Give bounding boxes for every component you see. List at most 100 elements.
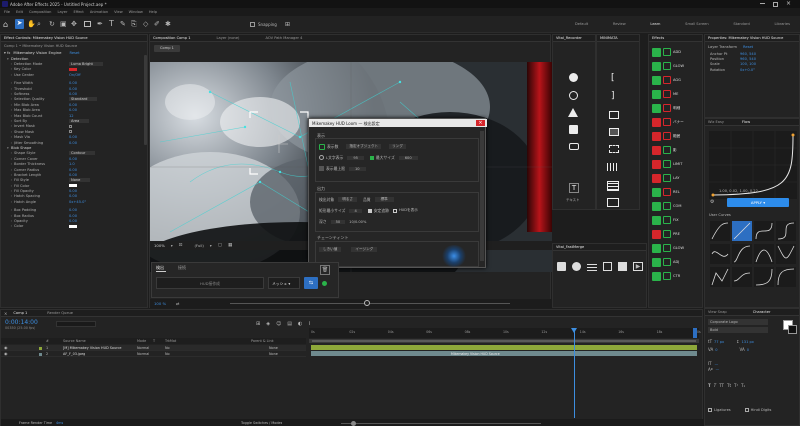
- param-checkbox[interactable]: [69, 130, 72, 134]
- pan-tool-icon[interactable]: ✥: [71, 20, 77, 28]
- param-twirl-icon[interactable]: ›: [7, 97, 14, 101]
- snap-options-icon[interactable]: ⊞: [285, 21, 290, 28]
- rounded-rect-button[interactable]: [569, 143, 579, 150]
- grid-toggle-icon[interactable]: ⊡: [179, 243, 183, 248]
- curve-preset-thumbnail[interactable]: [732, 221, 752, 241]
- grid-button[interactable]: [607, 181, 619, 191]
- workspace-small-screen[interactable]: Small Screen: [685, 22, 708, 26]
- hud-create-button[interactable]: HUD接作成: [156, 277, 264, 289]
- transform-value[interactable]: 100, 100: [740, 62, 756, 66]
- curve-preset-thumbnail[interactable]: [732, 267, 752, 287]
- color-swatch[interactable]: [69, 184, 77, 188]
- effect-param-value[interactable]: Contour: [69, 151, 96, 156]
- draft-3d-icon[interactable]: ◈: [266, 321, 270, 327]
- label-color-chip[interactable]: [39, 346, 42, 350]
- effect-param-value[interactable]: 0.00: [69, 168, 77, 172]
- param-twirl-icon[interactable]: ›: [7, 224, 14, 228]
- param-twirl-icon[interactable]: ›: [7, 92, 14, 96]
- zoom-dropdown[interactable]: 100%: [154, 243, 165, 248]
- param-checkbox[interactable]: [69, 124, 72, 128]
- comp-time-slider-handle[interactable]: [364, 300, 370, 306]
- effect-preset-button[interactable]: AGG: [652, 73, 702, 87]
- curve-preset-thumbnail[interactable]: [754, 221, 774, 241]
- footer-arrow-icon[interactable]: ⇄: [176, 301, 179, 306]
- rect-min-input[interactable]: 4: [349, 208, 362, 213]
- record-outline-circle-button[interactable]: [569, 91, 578, 100]
- effect-param-value[interactable]: 0.00: [69, 173, 77, 177]
- effect-param-value[interactable]: 0.00: [69, 108, 77, 112]
- small-caps-button[interactable]: Tt: [727, 383, 731, 388]
- puppet-tool-icon[interactable]: ✱: [165, 20, 171, 28]
- curve-preset-thumbnail[interactable]: [710, 267, 730, 287]
- workspace-standard[interactable]: Standard: [733, 22, 749, 26]
- param-twirl-icon[interactable]: ›: [7, 81, 14, 85]
- merge-box-button[interactable]: [618, 262, 627, 271]
- param-twirl-icon[interactable]: ›: [7, 119, 14, 123]
- workspace-review[interactable]: Review: [613, 22, 626, 26]
- param-twirl-icon[interactable]: ›: [7, 108, 14, 112]
- curves-tab-wizeasy[interactable]: Wiz Easy: [708, 120, 724, 124]
- mesh-dropdown[interactable]: メッシュ ▾: [268, 277, 300, 289]
- param-twirl-icon[interactable]: ›: [7, 194, 14, 198]
- vital-recorder-tab[interactable]: Vital_Recorder: [556, 36, 582, 40]
- effect-preset-button[interactable]: LIMIT: [652, 157, 702, 171]
- hud-tab-connect[interactable]: 接続: [178, 265, 186, 271]
- param-twirl-icon[interactable]: ›: [7, 184, 14, 188]
- region-icon[interactable]: ▢: [218, 243, 222, 248]
- merge-flag-button[interactable]: [603, 262, 612, 271]
- curve-preset-thumbnail[interactable]: [776, 267, 796, 287]
- effect-param-value[interactable]: 0.00: [69, 194, 77, 198]
- snapping-checkbox[interactable]: [250, 22, 255, 27]
- hud-trash-icon[interactable]: 🗑: [320, 265, 330, 275]
- layer-mode-dropdown[interactable]: Normal: [137, 346, 149, 350]
- effect-controls-scrollbar[interactable]: [144, 55, 147, 145]
- bracket-open-button[interactable]: [: [611, 73, 615, 83]
- faux-italic-button[interactable]: T: [714, 383, 716, 388]
- rect-cut-button[interactable]: [609, 145, 619, 153]
- toggle-switches-label[interactable]: Toggle Switches / Modes: [241, 421, 282, 425]
- curve-preset-thumbnail[interactable]: [710, 221, 730, 241]
- effect-preset-button[interactable]: CTR: [652, 269, 702, 283]
- effect-preset-button[interactable]: LAY: [652, 171, 702, 185]
- transform-value[interactable]: 0x+0.0°: [740, 68, 755, 72]
- scan-lines-button[interactable]: [607, 163, 619, 171]
- param-twirl-icon[interactable]: ›: [7, 87, 14, 91]
- effect-param-value[interactable]: 0x+45.0°: [69, 200, 86, 204]
- dialog-scrollbar[interactable]: [480, 131, 484, 261]
- workspace-learn[interactable]: Learn: [650, 22, 660, 26]
- curve-preset-thumbnail[interactable]: [710, 244, 730, 264]
- effect-param-value[interactable]: 0.00: [69, 157, 77, 161]
- quality-dropdown[interactable]: 標準: [374, 197, 394, 203]
- minimize-button[interactable]: [760, 3, 765, 4]
- menu-layer[interactable]: Layer: [57, 10, 67, 14]
- curves-tab-flow[interactable]: Flow: [742, 120, 750, 124]
- effect-preset-button[interactable]: GLOW: [652, 241, 702, 255]
- timeline-zoom-handle[interactable]: [351, 421, 356, 426]
- hud-apply-button[interactable]: ⇆: [304, 277, 318, 289]
- brush-tool-icon[interactable]: ✎: [120, 20, 126, 28]
- param-twirl-icon[interactable]: ›: [7, 208, 14, 212]
- param-twirl-icon[interactable]: ›: [7, 162, 14, 166]
- selection-tool-icon[interactable]: ➤: [15, 19, 24, 29]
- font-style-dropdown[interactable]: Bold: [708, 327, 768, 333]
- work-area-end[interactable]: [693, 328, 697, 338]
- frame-blend-icon[interactable]: ▤: [287, 321, 292, 327]
- square-button[interactable]: [569, 125, 578, 134]
- stroke-color-swatch[interactable]: [788, 325, 797, 334]
- comp-chip[interactable]: Comp 1: [154, 45, 180, 52]
- stable-track-checkbox[interactable]: [367, 208, 372, 213]
- visibility-eye-icon[interactable]: ◉: [4, 345, 8, 350]
- all-caps-button[interactable]: TT: [719, 383, 724, 388]
- effect-param-value[interactable]: 0.00: [69, 92, 77, 96]
- rectangle-tool-icon[interactable]: [84, 21, 91, 27]
- menu-view[interactable]: View: [114, 10, 123, 14]
- font-dropdown[interactable]: Corporate Logo: [708, 319, 768, 325]
- effect-param-value[interactable]: 0.00: [69, 103, 77, 107]
- superscript-button[interactable]: T¹: [734, 383, 738, 388]
- effect-param-value[interactable]: 0.00: [69, 214, 77, 218]
- param-twirl-icon[interactable]: ›: [7, 103, 14, 107]
- triangle-button[interactable]: [568, 108, 578, 117]
- effect-preset-button[interactable]: REL: [652, 185, 702, 199]
- home-icon[interactable]: ⌂: [3, 20, 8, 29]
- transparency-icon[interactable]: ▦: [228, 243, 232, 248]
